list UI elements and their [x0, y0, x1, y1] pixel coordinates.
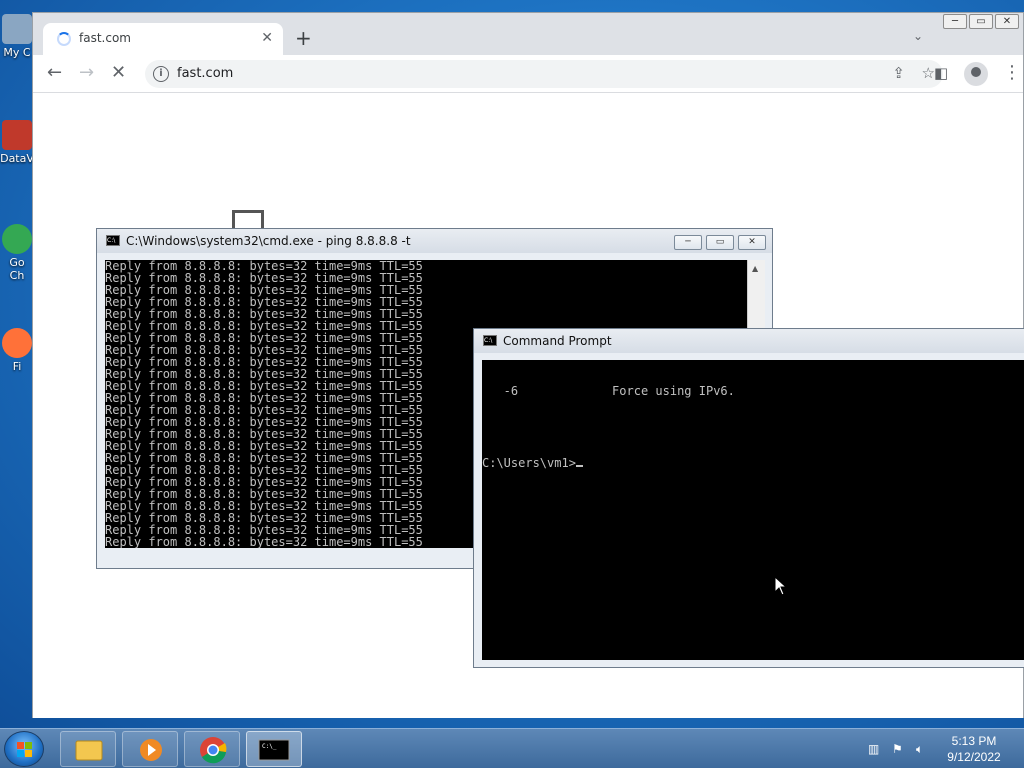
browser-toolbar: ← → ✕ i fast.com ⇪ ☆ ◧ ⋮ [33, 55, 1023, 93]
maximize-button[interactable]: ▭ [706, 235, 734, 250]
maximize-button[interactable]: ▭ [969, 14, 993, 29]
desktop-icon-firefox[interactable]: Fi [0, 328, 34, 373]
share-icon[interactable]: ⇪ [892, 64, 905, 82]
address-bar[interactable]: i fast.com ⇪ ☆ [145, 60, 943, 88]
chrome-shortcut-icon [2, 224, 32, 254]
console-prompt-line: C:\Users\vm1> [482, 457, 1024, 469]
start-button[interactable] [4, 731, 44, 767]
text-cursor [575, 465, 583, 467]
desktop-icon-label: My C [3, 46, 31, 59]
taskbar-chrome-button[interactable] [184, 731, 240, 767]
profile-avatar-icon[interactable] [964, 62, 988, 86]
network-icon[interactable]: ▥ [868, 742, 882, 756]
new-tab-button[interactable]: + [295, 28, 312, 48]
clock[interactable]: 5:13 PM 9/12/2022 [938, 733, 1010, 765]
url-text[interactable]: fast.com [177, 66, 233, 81]
clock-time: 5:13 PM [951, 734, 997, 748]
tab-fast-com[interactable]: fast.com ✕ [43, 23, 283, 55]
action-center-flag-icon[interactable]: ⚑ [892, 742, 906, 756]
prompt-text: C:\Users\vm1> [482, 456, 576, 470]
svg-text:C:\_: C:\_ [262, 743, 277, 750]
command-prompt-window: C:\ Command Prompt -6 Force using IPv6. … [473, 328, 1024, 668]
firefox-shortcut-icon [2, 328, 32, 358]
cmd-icon: C:\_ [258, 739, 290, 761]
folder-icon [75, 740, 103, 761]
stop-loading-button[interactable]: ✕ [111, 63, 126, 83]
minimize-button[interactable]: ─ [674, 235, 702, 250]
command-prompt-titlebar[interactable]: C:\ Command Prompt [474, 329, 1024, 353]
cmd-icon: C:\ [106, 235, 120, 246]
tab-strip: fast.com ✕ + ⌄ ─ ▭ ✕ [33, 13, 1023, 55]
taskbar-explorer-button[interactable] [60, 731, 116, 767]
desktop-icon-my-computer[interactable]: My C [0, 14, 34, 59]
cmd-ping-titlebar[interactable]: C:\ C:\Windows\system32\cmd.exe - ping 8… [97, 229, 772, 253]
close-button[interactable]: ✕ [738, 235, 766, 250]
app-shortcut-icon [2, 120, 32, 150]
cmd-icon: C:\ [483, 335, 497, 346]
desktop-icon-label: DataV [0, 152, 34, 165]
bookmark-star-icon[interactable]: ☆ [922, 64, 935, 82]
loading-spinner-icon [57, 32, 71, 46]
window-title: C:\Windows\system32\cmd.exe - ping 8.8.8… [126, 234, 411, 248]
tab-search-chevron-icon[interactable]: ⌄ [913, 29, 923, 43]
site-info-icon[interactable]: i [153, 66, 169, 82]
desktop-icon-label: Fi [12, 360, 22, 373]
windows-logo-icon [17, 742, 33, 758]
desktop-icon-datav[interactable]: DataV [0, 120, 34, 165]
console-line: -6 Force using IPv6. [482, 384, 735, 398]
desktop-icon-chrome[interactable]: Go Ch [0, 224, 34, 282]
tab-close-icon[interactable]: ✕ [261, 30, 273, 46]
scroll-up-arrow-icon[interactable]: ▲ [752, 264, 758, 273]
taskbar: C:\_ ▥ ⚑ 🔈︎ 5:13 PM 9/12/2022 [0, 728, 1024, 768]
tab-title: fast.com [79, 31, 131, 45]
menu-kebab-icon[interactable]: ⋮ [1003, 63, 1021, 83]
desktop-icon-label: Go Ch [9, 256, 25, 282]
chrome-icon [200, 737, 227, 764]
taskbar-media-player-button[interactable] [122, 731, 178, 767]
side-panel-icon[interactable]: ◧ [934, 63, 948, 83]
window-title: Command Prompt [503, 334, 612, 348]
taskbar-cmd-button[interactable]: C:\_ [246, 731, 302, 767]
volume-icon[interactable]: 🔈︎ [916, 742, 930, 756]
back-button[interactable]: ← [47, 63, 62, 83]
minimize-button[interactable]: ─ [943, 14, 967, 29]
forward-button[interactable]: → [79, 63, 94, 83]
clock-date: 9/12/2022 [947, 750, 1001, 764]
close-button[interactable]: ✕ [995, 14, 1019, 29]
window-controls: ─ ▭ ✕ [674, 235, 766, 250]
computer-icon [2, 14, 32, 44]
window-controls: ─ ▭ ✕ [943, 14, 1019, 29]
console-output[interactable]: -6 Force using IPv6. C:\Users\vm1> [482, 360, 1024, 660]
media-player-icon [140, 739, 162, 761]
